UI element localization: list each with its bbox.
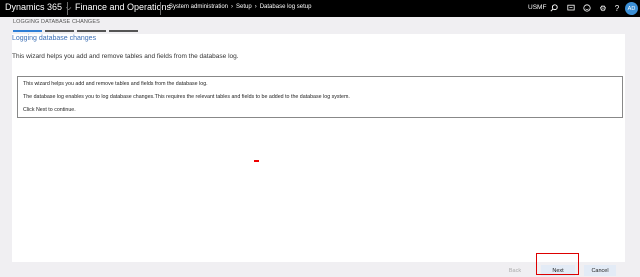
search-icon[interactable]: [549, 3, 559, 13]
help-icon[interactable]: ?: [612, 3, 622, 13]
wizard-description: This wizard helps you add and remove tab…: [12, 53, 239, 60]
highlight-box: [536, 253, 579, 275]
info-box: This wizard helps you add and remove tab…: [17, 76, 623, 118]
product-name: Dynamics 365: [5, 2, 63, 12]
wizard-content: Logging database changes This wizard hel…: [12, 34, 625, 262]
product-switcher[interactable]: Dynamics 365 ⌵: [5, 2, 71, 13]
divider: [160, 2, 161, 15]
cancel-button[interactable]: Cancel: [584, 265, 616, 276]
breadcrumb-item[interactable]: System administration: [169, 4, 228, 10]
back-button[interactable]: Back: [500, 265, 530, 276]
chevron-right-icon: ›: [254, 4, 257, 10]
info-line: The database log enables you to log data…: [23, 94, 350, 100]
wizard-step-3: [77, 30, 106, 32]
breadcrumb: System administration › Setup › Database log…: [169, 4, 311, 10]
avatar[interactable]: AD: [625, 2, 638, 15]
page-title: LOGGING DATABASE CHANGES: [13, 19, 100, 25]
info-line: Click Next to continue.: [23, 107, 76, 113]
company-picker[interactable]: USMF: [528, 4, 546, 11]
wizard-step-2: [45, 30, 74, 32]
wizard-step-1: [13, 30, 42, 32]
divider: [67, 2, 68, 15]
cursor-mark: [254, 160, 259, 162]
breadcrumb-item[interactable]: Setup: [236, 4, 252, 10]
chevron-right-icon: ›: [231, 4, 234, 10]
app-name[interactable]: Finance and Operations: [75, 2, 171, 12]
message-icon[interactable]: [566, 3, 576, 13]
top-navigation-bar: Dynamics 365 ⌵ Finance and Operations Sy…: [0, 0, 640, 17]
smiley-icon[interactable]: [582, 3, 592, 13]
wizard-heading: Logging database changes: [12, 35, 97, 42]
breadcrumb-item[interactable]: Database log setup: [260, 4, 312, 10]
gear-icon[interactable]: ⚙: [598, 3, 608, 13]
info-line: This wizard helps you add and remove tab…: [23, 81, 208, 87]
wizard-step-4: [109, 30, 138, 32]
